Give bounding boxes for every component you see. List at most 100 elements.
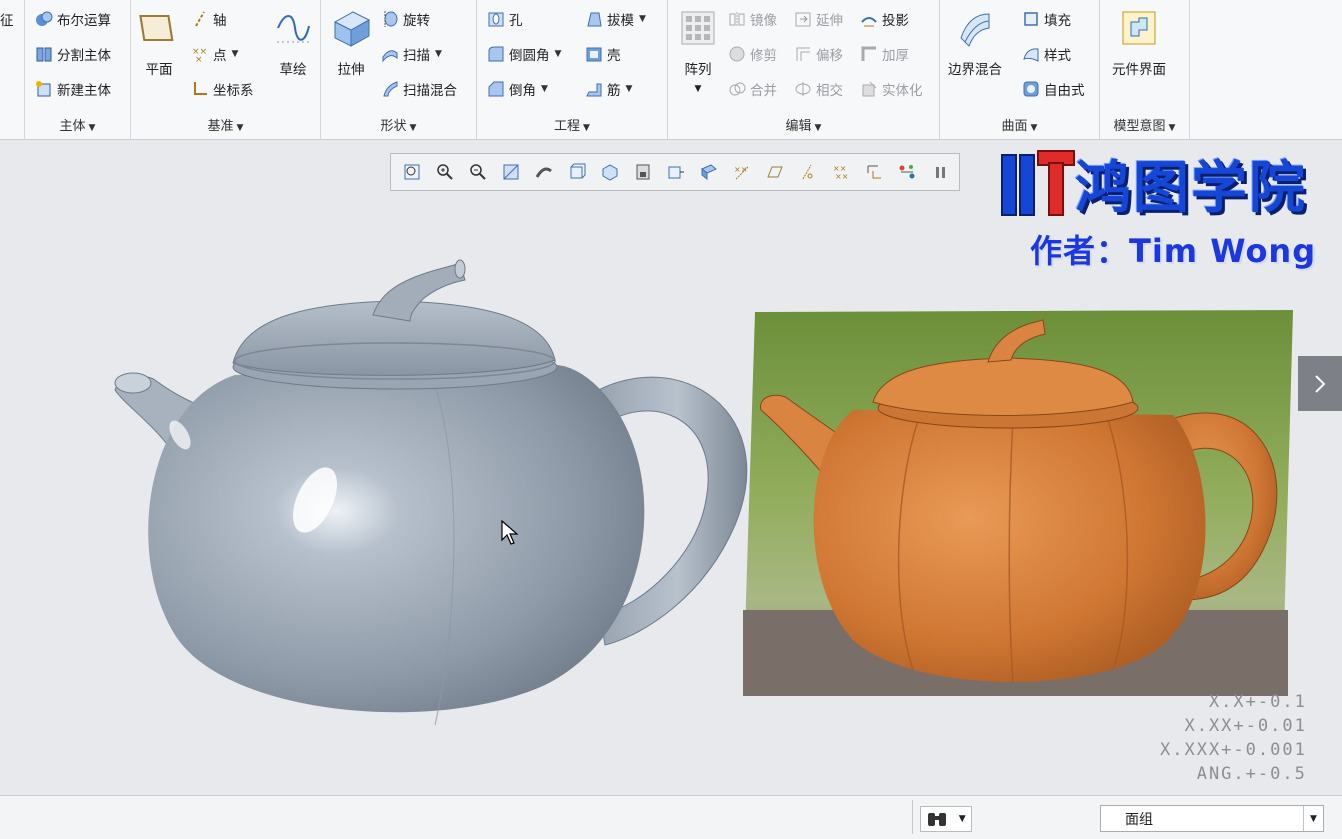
sketch-icon bbox=[273, 8, 313, 48]
point-icon: ×× × bbox=[191, 45, 209, 63]
author-credit: 作者：Tim Wong bbox=[1030, 232, 1317, 270]
round-icon bbox=[487, 45, 505, 63]
group-label-surfaces[interactable]: 曲面 ▼ bbox=[940, 115, 1099, 134]
group-label-body[interactable]: 主体 ▼ bbox=[25, 115, 130, 134]
group-label-engineering[interactable]: 工程 ▼ bbox=[477, 115, 667, 134]
group-label-model-intent[interactable]: 模型意图 ▼ bbox=[1100, 115, 1189, 134]
fill-button[interactable]: 填充 bbox=[1022, 8, 1071, 30]
freestyle-button[interactable]: 自由式 bbox=[1022, 78, 1085, 100]
appearance-icon[interactable] bbox=[696, 159, 722, 185]
reference-photo bbox=[743, 310, 1293, 696]
group-label-datum[interactable]: 基准 ▼ bbox=[131, 115, 320, 134]
chamfer-button[interactable]: 倒角 ▼ bbox=[487, 78, 548, 100]
teapot-3d-model[interactable] bbox=[105, 255, 755, 745]
pattern-icon bbox=[678, 8, 718, 48]
thicken-button[interactable]: 加厚 bbox=[860, 43, 909, 65]
sketch-button[interactable]: 草绘 bbox=[273, 8, 313, 78]
shell-button[interactable]: 壳 bbox=[585, 43, 621, 65]
side-panel-toggle[interactable] bbox=[1298, 356, 1342, 411]
draft-button[interactable]: 拔模 ▼ bbox=[585, 8, 646, 30]
ht-logo-icon bbox=[1001, 150, 1075, 216]
point-display-icon[interactable]: ×× ×× bbox=[828, 159, 854, 185]
zoom-in-icon[interactable] bbox=[432, 159, 458, 185]
section-icon[interactable] bbox=[663, 159, 689, 185]
brand-name: 鸿图学院 bbox=[1075, 156, 1307, 221]
display-style-icon[interactable] bbox=[531, 159, 557, 185]
svg-text:×: × bbox=[195, 55, 203, 63]
refit-icon[interactable] bbox=[399, 159, 425, 185]
mouse-cursor-icon bbox=[501, 520, 519, 545]
group-engineering: 孔 倒圆角 ▼ 倒角 ▼ 拔模 ▼ 壳 筋 ▼ 工程 ▼ bbox=[477, 0, 668, 140]
merge-button[interactable]: 合并 bbox=[728, 78, 777, 100]
group-label-editing[interactable]: 编辑 ▼ bbox=[668, 115, 939, 134]
boolean-button[interactable]: 布尔运算 bbox=[35, 8, 111, 30]
boolean-icon bbox=[35, 10, 53, 28]
axis-button[interactable]: 轴 bbox=[191, 8, 227, 30]
freestyle-icon bbox=[1022, 80, 1040, 98]
plane-icon bbox=[139, 8, 179, 48]
find-button[interactable]: ▼ bbox=[920, 806, 972, 832]
rib-button[interactable]: 筋 ▼ bbox=[585, 78, 632, 100]
selection-filter-value: 面组 bbox=[1125, 811, 1153, 828]
solidify-button[interactable]: 实体化 bbox=[860, 78, 923, 100]
extrude-button[interactable]: 拉伸 bbox=[331, 8, 371, 78]
group-label-shapes[interactable]: 形状 ▼ bbox=[321, 115, 476, 134]
trim-icon bbox=[728, 45, 746, 63]
component-interface-icon bbox=[1119, 8, 1159, 48]
extend-icon bbox=[794, 10, 812, 28]
extend-button[interactable]: 延伸 bbox=[794, 8, 843, 30]
perspective-icon[interactable] bbox=[630, 159, 656, 185]
tolerance-line: X.X+-0.1 bbox=[1208, 692, 1307, 712]
project-button[interactable]: 投影 bbox=[860, 8, 909, 30]
zoom-out-icon[interactable] bbox=[465, 159, 491, 185]
group-body: 布尔运算 分割主体 新建主体 主体 ▼ bbox=[25, 0, 131, 140]
split-body-button[interactable]: 分割主体 bbox=[35, 43, 111, 65]
hole-button[interactable]: 孔 bbox=[487, 8, 523, 30]
plane-display-icon[interactable] bbox=[762, 159, 788, 185]
point-button[interactable]: ×× × 点 ▼ bbox=[191, 43, 238, 65]
repaint-icon[interactable] bbox=[498, 159, 524, 185]
saved-orientations-icon[interactable] bbox=[564, 159, 590, 185]
fill-icon bbox=[1022, 10, 1040, 28]
style-button[interactable]: 样式 bbox=[1022, 43, 1071, 65]
round-button[interactable]: 倒圆角 ▼ bbox=[487, 43, 561, 65]
csys-display-icon[interactable] bbox=[861, 159, 887, 185]
spin-center-icon[interactable] bbox=[894, 159, 920, 185]
mirror-icon bbox=[728, 10, 746, 28]
rib-icon bbox=[585, 80, 603, 98]
swept-blend-button[interactable]: 扫描混合 bbox=[381, 78, 457, 100]
sweep-icon bbox=[381, 45, 399, 63]
sweep-button[interactable]: 扫描 ▼ bbox=[381, 43, 442, 65]
axis-icon bbox=[191, 10, 209, 28]
axis-display-icon[interactable] bbox=[795, 159, 821, 185]
intersect-button[interactable]: 相交 bbox=[794, 78, 843, 100]
solidify-icon bbox=[860, 80, 878, 98]
tolerance-line: X.XX+-0.01 bbox=[1184, 716, 1307, 736]
group-editing: 阵列 ▼ 镜像 修剪 合并 延伸 偏移 相交 投影 加厚 实体化 编辑 ▼ bbox=[668, 0, 940, 140]
pattern-button[interactable]: 阵列 ▼ bbox=[678, 8, 718, 94]
plane-button[interactable]: 平面 bbox=[139, 8, 179, 78]
selection-filter[interactable]: 面组 ▼ bbox=[1100, 805, 1324, 832]
ribbon: 征 布尔运算 分割主体 新建主体 主体 ▼ 平面 轴 ×× × 点 ▼ 坐标系 … bbox=[0, 0, 1342, 140]
mirror-button[interactable]: 镜像 bbox=[728, 8, 777, 30]
csys-button[interactable]: 坐标系 bbox=[191, 78, 254, 100]
find-dropdown-icon[interactable]: ▼ bbox=[959, 814, 966, 824]
offset-button[interactable]: 偏移 bbox=[794, 43, 843, 65]
chamfer-icon bbox=[487, 80, 505, 98]
new-body-button[interactable]: 新建主体 bbox=[35, 78, 111, 100]
datum-display-icon[interactable]: ×× bbox=[729, 159, 755, 185]
boundary-blend-button[interactable]: 边界混合 bbox=[948, 8, 1002, 78]
tolerance-line: X.XXX+-0.001 bbox=[1160, 740, 1307, 760]
component-interface-button[interactable]: 元件界面 bbox=[1112, 8, 1166, 78]
view-toolbar: ×× ×× ×× bbox=[390, 153, 960, 191]
chevron-right-icon bbox=[1315, 374, 1326, 393]
view-manager-icon[interactable] bbox=[597, 159, 623, 185]
chevron-down-icon[interactable]: ▼ bbox=[1303, 806, 1323, 831]
revolve-button[interactable]: 旋转 bbox=[381, 8, 430, 30]
thicken-icon bbox=[860, 45, 878, 63]
trim-button[interactable]: 修剪 bbox=[728, 43, 777, 65]
pause-icon[interactable] bbox=[927, 159, 953, 185]
group-surfaces: 边界混合 填充 样式 自由式 曲面 ▼ bbox=[940, 0, 1100, 140]
csys-icon bbox=[191, 80, 209, 98]
extrude-icon bbox=[331, 8, 371, 48]
